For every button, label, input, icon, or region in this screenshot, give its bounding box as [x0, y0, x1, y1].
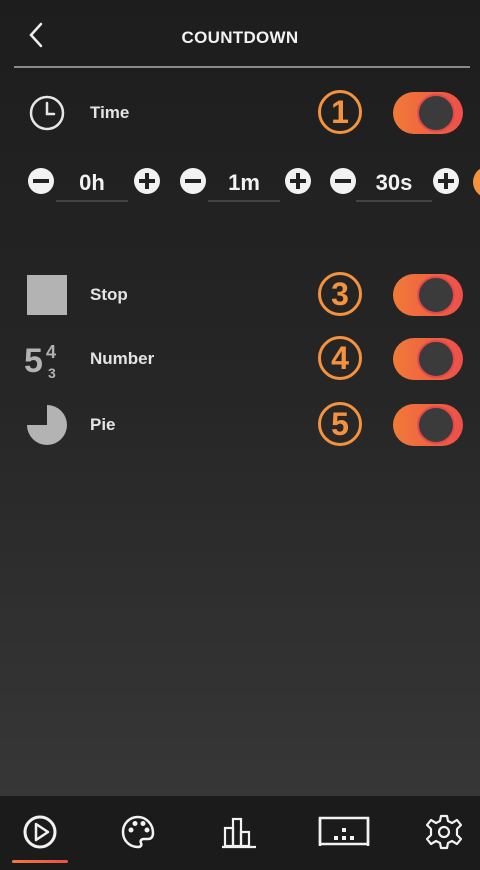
svg-text:5: 5: [24, 342, 43, 380]
badge-1: 1: [318, 90, 362, 134]
minutes-underline: [208, 200, 280, 202]
active-tab-indicator: [12, 860, 68, 863]
page-title: COUNTDOWN: [181, 28, 299, 47]
number-row: 5 4 3 Number 4: [0, 334, 480, 384]
time-row: Time 1: [0, 88, 480, 138]
hours-value[interactable]: 0h: [56, 170, 128, 196]
badge-3: 3: [318, 272, 362, 316]
number-icon: 5 4 3: [24, 342, 56, 380]
header-divider: [14, 66, 470, 68]
toggle-knob: [417, 94, 455, 132]
toggle-knob: [417, 276, 455, 314]
seconds-underline: [356, 200, 432, 202]
pie-row: Pie 5: [0, 400, 480, 450]
pie-icon: [27, 405, 67, 445]
hours-underline: [56, 200, 128, 202]
bottom-tab-bar: [0, 796, 480, 870]
svg-text:3: 3: [48, 365, 56, 380]
badge-4: 4: [318, 336, 362, 380]
number-toggle[interactable]: [393, 338, 463, 380]
pie-label: Pie: [90, 415, 116, 434]
hours-minus-button[interactable]: [28, 168, 54, 194]
svg-text:4: 4: [46, 342, 56, 362]
toggle-knob: [417, 406, 455, 444]
minutes-minus-button[interactable]: [180, 168, 206, 194]
time-stepper: 0h 1m 30s: [0, 160, 480, 204]
play-icon[interactable]: [18, 810, 62, 854]
badge-5: 5: [318, 402, 362, 446]
seconds-value[interactable]: 30s: [356, 170, 432, 196]
header: COUNTDOWN: [0, 0, 480, 68]
minutes-plus-button[interactable]: [285, 168, 311, 194]
chart-icon[interactable]: [218, 810, 262, 854]
number-label: Number: [90, 349, 155, 368]
toggle-knob: [417, 340, 455, 378]
palette-icon[interactable]: [116, 810, 160, 854]
pie-toggle[interactable]: [393, 404, 463, 446]
time-label: Time: [90, 103, 130, 122]
stop-toggle[interactable]: [393, 274, 463, 316]
minutes-value[interactable]: 1m: [208, 170, 280, 196]
seconds-plus-button[interactable]: [433, 168, 459, 194]
time-toggle[interactable]: [393, 92, 463, 134]
clock-icon: [29, 95, 65, 131]
gear-icon[interactable]: [422, 810, 466, 854]
hours-plus-button[interactable]: [134, 168, 160, 194]
seconds-minus-button[interactable]: [330, 168, 356, 194]
stop-label: Stop: [90, 285, 128, 304]
stop-square-icon: [27, 275, 67, 315]
scoreboard-icon[interactable]: [314, 810, 374, 854]
stop-row: Stop 3: [0, 270, 480, 320]
